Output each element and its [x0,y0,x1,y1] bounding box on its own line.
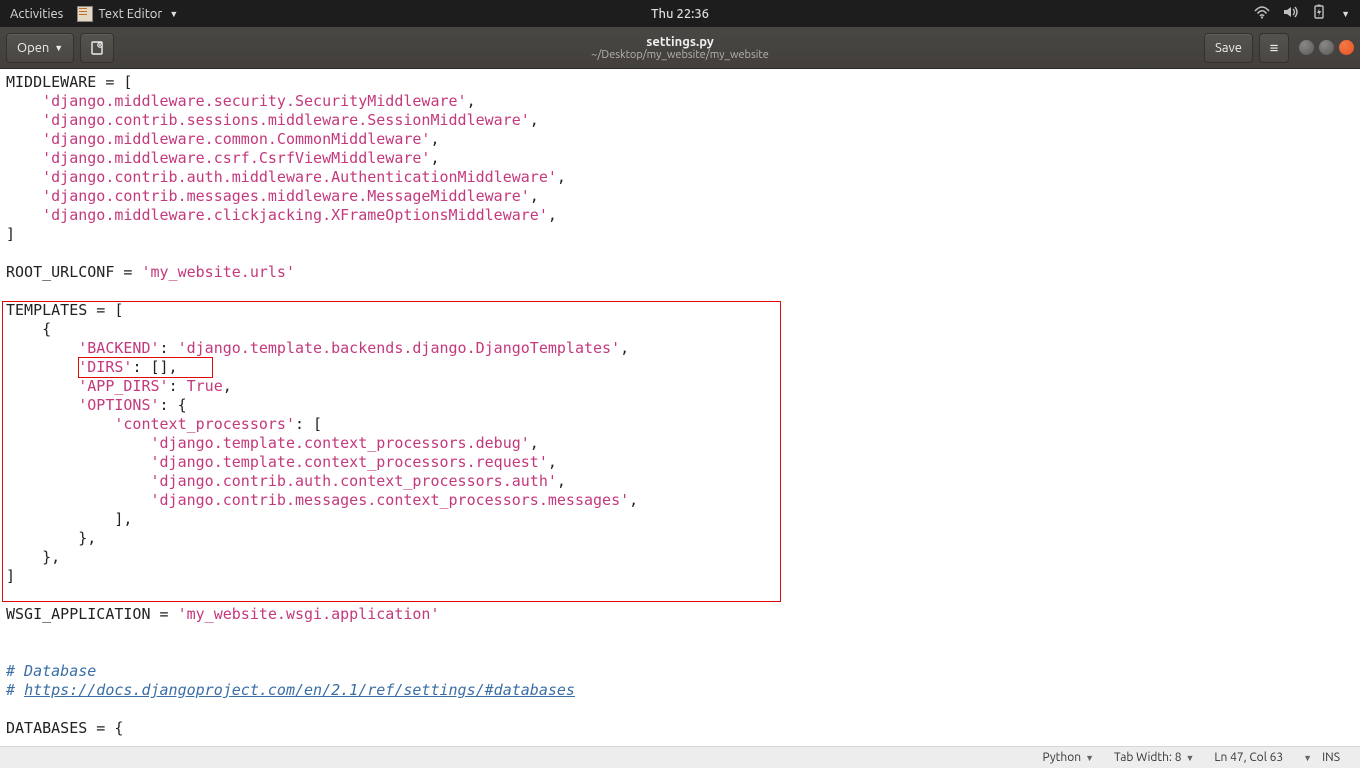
app-menu[interactable]: Text Editor ▼ [77,6,178,22]
window-title: settings.py ~/Desktop/my_website/my_webs… [591,35,769,61]
network-icon[interactable] [1254,5,1270,22]
file-name: settings.py [591,35,769,49]
chevron-down-icon: ▼ [169,9,178,19]
volume-icon[interactable] [1283,5,1299,22]
window-titlebar: Open ▼ settings.py ~/Desktop/my_website/… [0,27,1360,69]
hamburger-menu[interactable]: ≡ [1259,33,1289,63]
cursor-position[interactable]: Ln 47, Col 63 [1204,751,1293,764]
code-content[interactable]: MIDDLEWARE = [ 'django.middleware.securi… [0,69,1360,738]
file-path: ~/Desktop/my_website/my_website [591,49,769,61]
text-editor-icon [77,6,93,22]
activities-button[interactable]: Activities [10,7,63,21]
document-icon [89,41,105,55]
chevron-down-icon: ▼ [1085,753,1094,763]
new-document-button[interactable] [80,33,114,63]
status-bar: Python▼ Tab Width: 8▼ Ln 47, Col 63 ▼ IN… [0,746,1360,768]
window-minimize[interactable] [1299,40,1314,55]
open-button[interactable]: Open ▼ [6,33,74,63]
system-menu-chevron[interactable]: ▼ [1341,9,1350,19]
tab-width-selector[interactable]: Tab Width: 8▼ [1104,751,1204,764]
chevron-down-icon[interactable]: ▼ [1303,753,1312,763]
save-button[interactable]: Save [1204,33,1253,63]
insert-mode[interactable]: INS [1312,751,1350,764]
battery-icon[interactable] [1312,4,1326,23]
app-menu-label: Text Editor [98,7,162,21]
language-selector[interactable]: Python▼ [1033,751,1104,764]
chevron-down-icon: ▼ [54,43,63,53]
editor-area[interactable]: MIDDLEWARE = [ 'django.middleware.securi… [0,69,1360,746]
gnome-top-bar: Activities Text Editor ▼ Thu 22:36 ▼ [0,0,1360,27]
clock[interactable]: Thu 22:36 [651,7,709,21]
open-label: Open [17,41,49,55]
chevron-down-icon: ▼ [1185,753,1194,763]
window-maximize[interactable] [1319,40,1334,55]
window-close[interactable] [1339,40,1354,55]
